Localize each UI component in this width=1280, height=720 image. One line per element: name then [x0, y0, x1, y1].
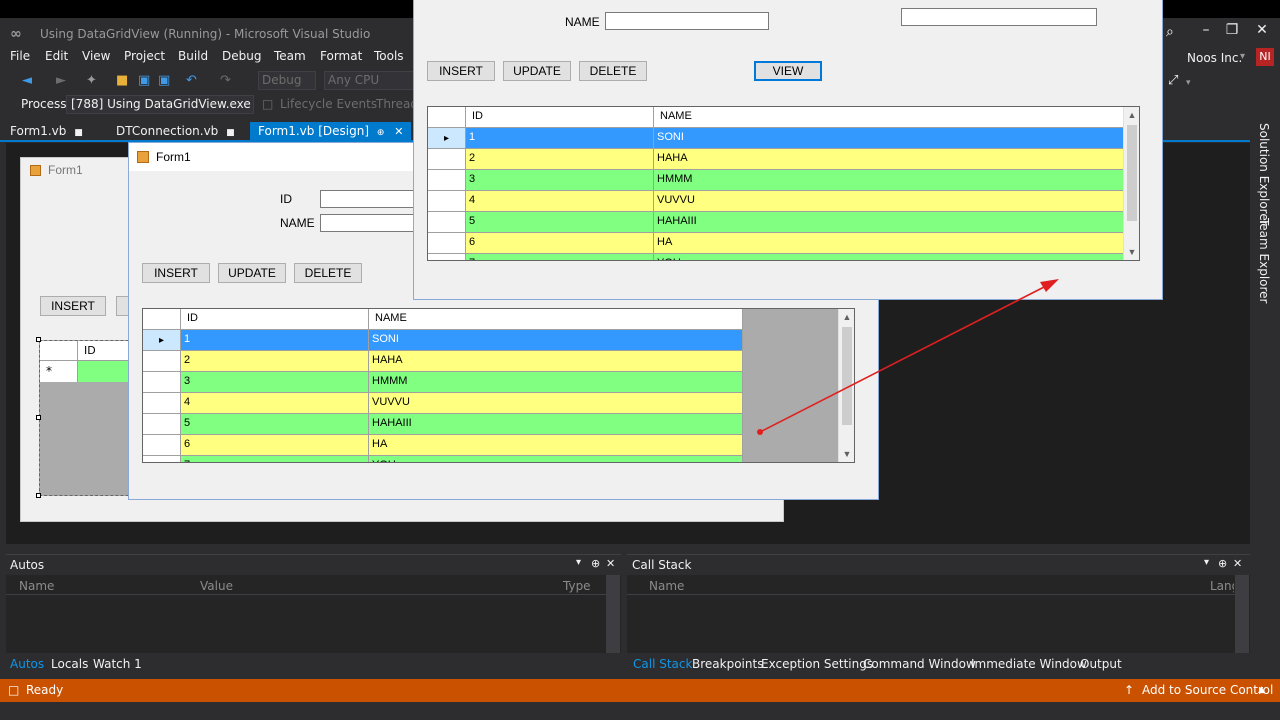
- arrow-line: [759, 284, 1049, 433]
- arrow-tail-dot: [757, 429, 763, 435]
- annotation-arrow: [757, 279, 1059, 435]
- arrow-head: [1040, 279, 1059, 292]
